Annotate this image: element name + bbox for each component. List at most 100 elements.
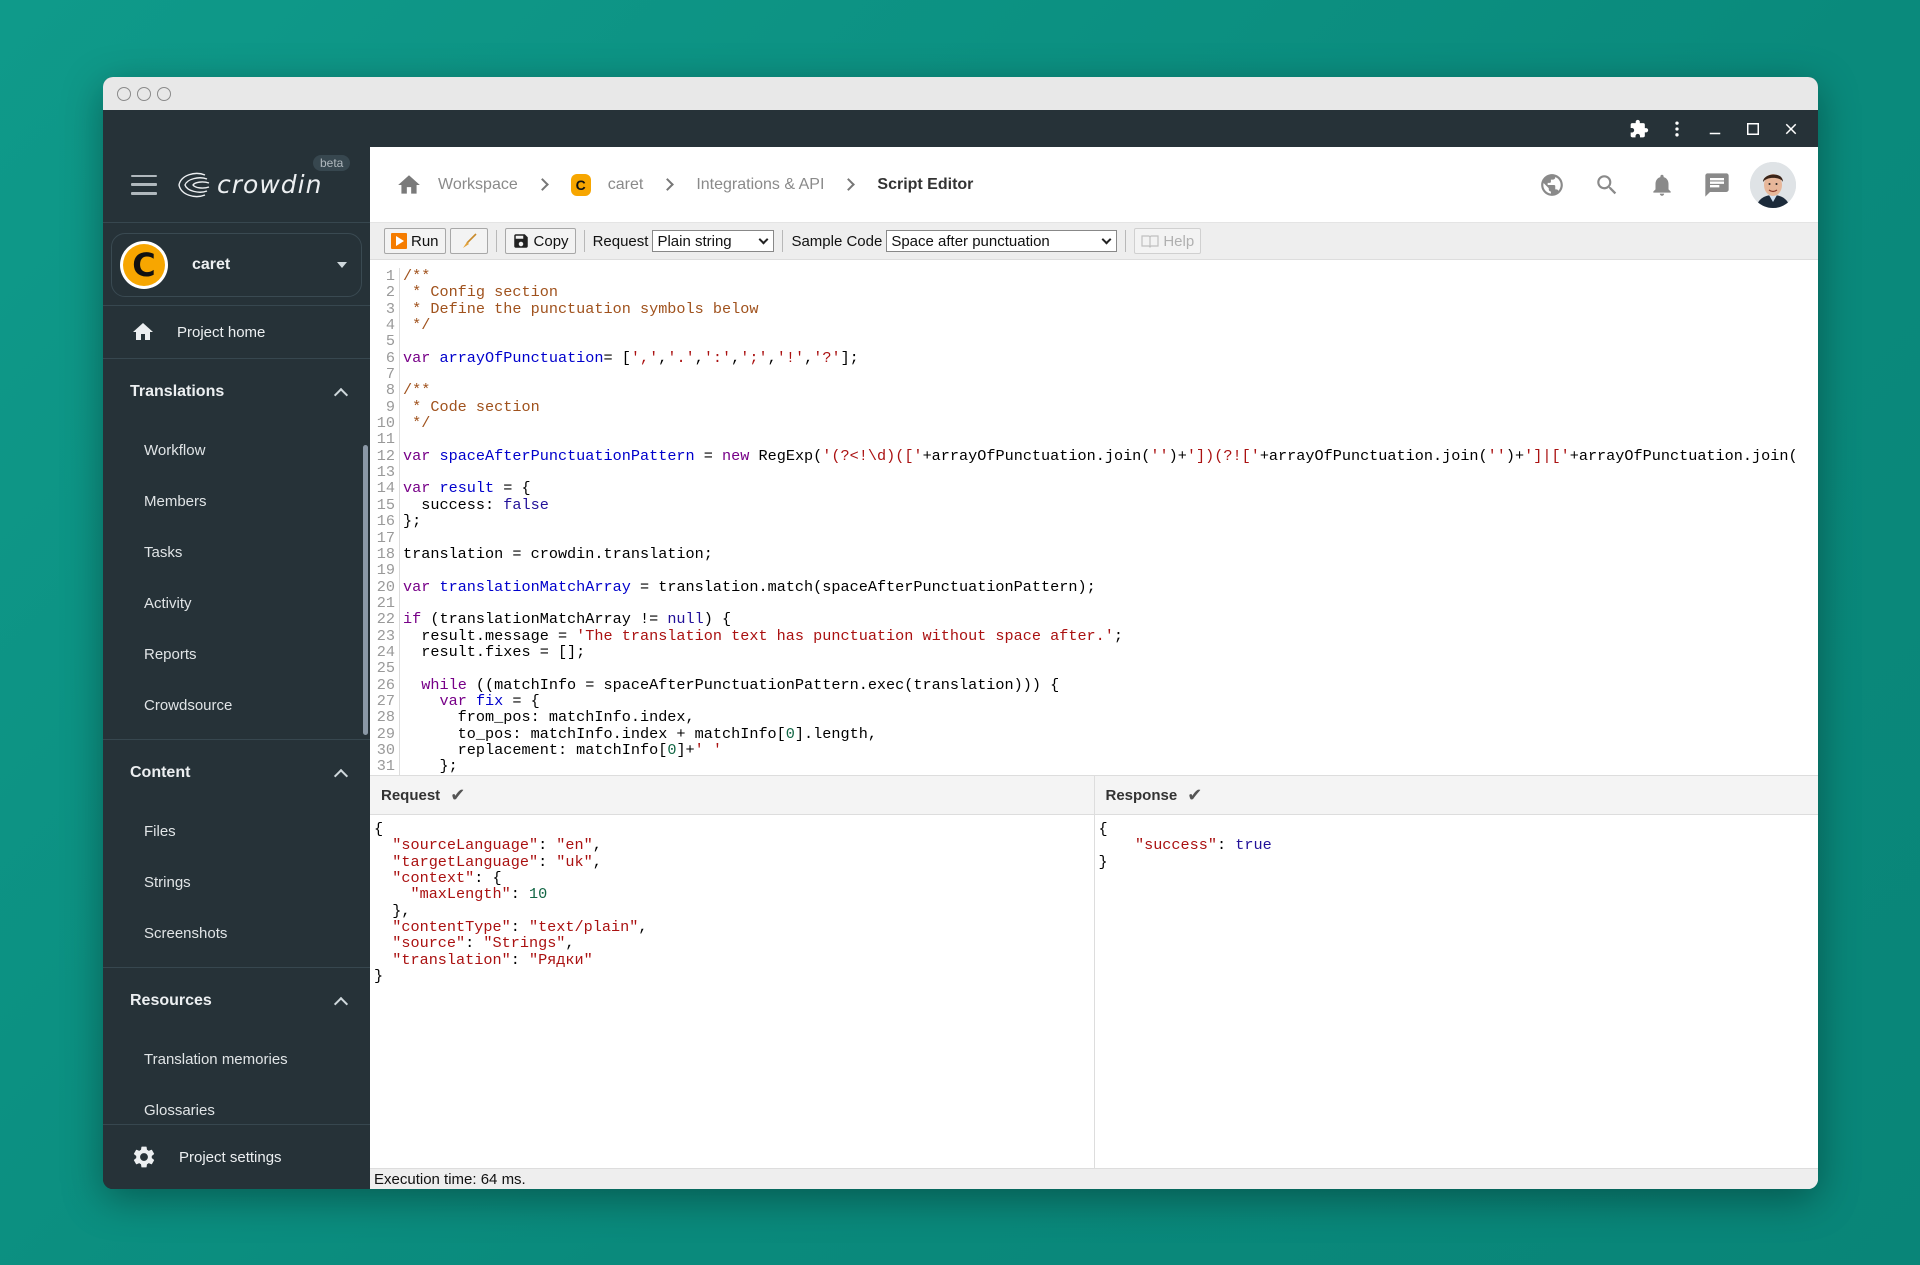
sidebar: crowdin beta C caret Project home Transl… [103,147,370,1189]
code-line[interactable]: 22 if (translationMatchArray != null) { [370,611,1818,628]
code-line[interactable]: 14 var result = { [370,480,1818,497]
code-line[interactable]: 24 result.fixes = []; [370,642,1818,661]
code-text: /** [403,267,431,285]
help-label: Help [1163,232,1195,250]
code-line[interactable]: 21 [370,595,1818,611]
sidebar-item-activity[interactable]: Activity [103,578,370,629]
sidebar-item-glossaries[interactable]: Glossaries [103,1085,370,1119]
code-text: result.fixes = []; [403,642,586,661]
code-line[interactable]: 31 }; [370,758,1818,775]
check-icon: ✔ [450,784,466,805]
request-type-select[interactable]: Plain string [652,230,775,252]
crowdin-logo[interactable]: crowdin [175,170,322,199]
code-line[interactable]: 30 replacement: matchInfo[0]+' ' [370,742,1818,759]
sidebar-item-files[interactable]: Files [103,806,370,857]
code-line[interactable]: 3 * Define the punctuation symbols below [370,299,1818,318]
code-line[interactable]: 12 var spaceAfterPunctuationPattern = new… [370,447,1818,464]
header-actions [1524,161,1796,209]
sidebar-item-project-home[interactable]: Project home [103,305,370,359]
code-line[interactable]: 8/** [370,382,1818,399]
json-line: "maxLength": 10 [410,885,548,904]
section-title: Content [130,764,191,781]
sidebar-item-members[interactable]: Members [103,476,370,527]
section-header-content[interactable]: Content [103,740,370,806]
code-text: * Code section [403,397,540,416]
code-line[interactable]: 26 while ((matchInfo = spaceAfterPunctua… [370,676,1818,693]
code-line[interactable]: 17 [370,529,1818,546]
sidebar-item-crowdsource[interactable]: Crowdsource [103,680,370,731]
close-icon[interactable] [1772,110,1810,147]
sidebar-item-screenshots[interactable]: Screenshots [103,908,370,959]
code-line[interactable]: 11 [370,431,1818,448]
sample-code-select[interactable]: Space after punctuation [886,230,1118,252]
line-number: 20 [370,578,400,595]
run-button[interactable]: Run [384,228,446,254]
maximize-icon[interactable] [1734,110,1772,147]
search-icon[interactable] [1579,161,1634,209]
sidebar-nav: Translations Workflow Members Tasks Acti… [103,359,370,1119]
window-minimize-dot[interactable] [137,86,151,101]
code-editor[interactable]: 1/** 2 * Config section 3 * Define the pun… [370,262,1818,775]
section-title: Resources [130,992,212,1009]
code-text: * Define the punctuation symbols below [403,299,759,318]
home-icon[interactable] [396,172,422,198]
code-line[interactable]: 13 [370,464,1818,480]
code-text: result.message = 'The translation text h… [403,626,1124,645]
messages-icon[interactable] [1689,161,1744,209]
code-line[interactable]: 20 var translationMatchArray = translatio… [370,578,1818,595]
code-line[interactable]: 25 [370,660,1818,677]
code-line[interactable]: 28 from_pos: matchInfo.index, [370,709,1818,726]
sidebar-item-project-settings[interactable]: Project settings [103,1124,370,1189]
code-text: to_pos: matchInfo.index + matchInfo[0].l… [403,724,877,743]
project-selector[interactable]: C caret [111,233,362,297]
sidebar-scrollbar[interactable] [363,445,368,735]
breadcrumb-integrations[interactable]: Integrations & API [696,176,824,194]
window-close-dot[interactable] [117,86,131,101]
window-zoom-dot[interactable] [157,86,171,101]
section-header-translations[interactable]: Translations [103,359,370,425]
notifications-icon[interactable] [1634,161,1689,209]
request-json-editor[interactable]: { "sourceLanguage": "en", "targetLanguag… [370,815,1094,990]
chevron-right-icon [661,178,675,191]
code-line[interactable]: 4 */ [370,317,1818,334]
line-number: 10 [370,415,400,431]
sidebar-item-tasks[interactable]: Tasks [103,527,370,578]
code-text: translation = crowdin.translation; [403,544,713,563]
code-line[interactable]: 29 to_pos: matchInfo.index + matchInfo[0… [370,724,1818,743]
extension-icon[interactable] [1620,110,1658,147]
code-line[interactable]: 19 [370,562,1818,579]
more-vert-icon[interactable] [1658,110,1696,147]
section-header-resources[interactable]: Resources [103,968,370,1034]
copy-button[interactable]: Copy [504,228,576,254]
sidebar-section-resources: Resources Translation memories Glossarie… [103,968,370,1119]
language-icon[interactable] [1524,161,1579,209]
code-line[interactable]: 15 success: false [370,496,1818,513]
code-line[interactable]: 16}; [370,513,1818,530]
response-json-viewer: { "success": true} [1095,815,1819,876]
sidebar-item-reports[interactable]: Reports [103,629,370,680]
breadcrumb-project[interactable]: caret [608,176,644,194]
code-line[interactable]: 27 var fix = { [370,693,1818,710]
sample-code-label: Sample Code [791,232,883,250]
line-number: 31 [370,758,400,775]
sidebar-item-strings[interactable]: Strings [103,857,370,908]
code-line[interactable]: 18 translation = crowdin.translation; [370,544,1818,563]
project-icon: C [570,173,591,196]
minimize-icon[interactable] [1696,110,1734,147]
code-line[interactable]: 23 result.message = 'The translation tex… [370,626,1818,645]
help-button[interactable]: Help [1134,228,1202,254]
code-line[interactable]: 6 var arrayOfPunctuation= [',','.',':',';… [370,349,1818,366]
code-line[interactable]: 10 */ [370,415,1818,432]
code-line[interactable]: 7 [370,366,1818,382]
code-line[interactable]: 1/** [370,267,1818,285]
code-line[interactable]: 9 * Code section [370,397,1818,416]
clear-button[interactable] [449,228,488,254]
sidebar-item-workflow[interactable]: Workflow [103,425,370,476]
user-avatar[interactable] [1750,162,1796,208]
code-line[interactable]: 2 * Config section [370,284,1818,301]
breadcrumb-workspace[interactable]: Workspace [438,176,518,194]
menu-icon[interactable] [131,174,157,195]
sidebar-item-translation-memories[interactable]: Translation memories [103,1034,370,1085]
code-line[interactable]: 5 [370,333,1818,350]
response-panel-title: Response [1105,786,1178,804]
